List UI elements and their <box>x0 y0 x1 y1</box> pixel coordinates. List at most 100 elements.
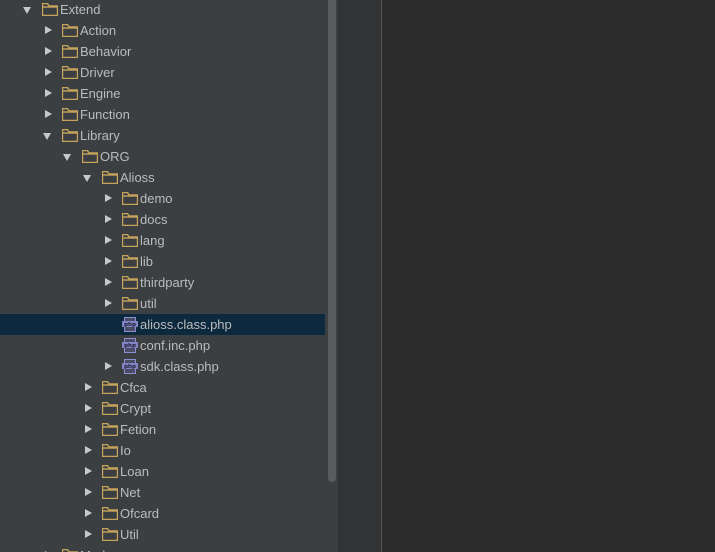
collapse-arrow-icon[interactable] <box>82 398 94 419</box>
tree-item-label: sdk.class.php <box>140 359 219 374</box>
folder-icon <box>42 3 58 16</box>
folder-icon <box>102 171 118 184</box>
collapse-arrow-icon[interactable] <box>82 461 94 482</box>
folder-icon <box>102 507 118 520</box>
tree-item-label: Io <box>120 443 131 458</box>
scrollbar-thumb[interactable] <box>328 0 336 482</box>
folder-icon <box>102 465 118 478</box>
tree-item-label: lib <box>140 254 154 269</box>
tree-folder-item[interactable]: Net <box>0 482 325 503</box>
php-file-icon: php <box>122 359 138 374</box>
tree-item-label: thirdparty <box>140 275 195 290</box>
folder-icon <box>102 444 118 457</box>
tree-item-label: Driver <box>80 65 115 80</box>
tree-folder-item[interactable]: Mode <box>0 545 325 552</box>
collapse-arrow-icon[interactable] <box>102 188 114 209</box>
ide-window: Extend Action Behavior Driver Engine Function… <box>0 0 715 552</box>
folder-icon <box>62 66 78 79</box>
tree-folder-item[interactable]: Library <box>0 125 325 146</box>
tree-item-label: Net <box>120 485 141 500</box>
collapse-arrow-icon[interactable] <box>82 503 94 524</box>
tree-folder-item[interactable]: Driver <box>0 62 325 83</box>
tree-file-item[interactable]: php sdk.class.php <box>0 356 325 377</box>
tree-folder-item[interactable]: demo <box>0 188 325 209</box>
tree-item-label: Loan <box>120 464 149 479</box>
tree-item-label: demo <box>140 191 173 206</box>
expand-arrow-icon[interactable] <box>22 0 34 20</box>
tree-item-label: Ofcard <box>120 506 160 521</box>
folder-icon <box>102 486 118 499</box>
tree-folder-item[interactable]: Extend <box>0 0 325 20</box>
expand-arrow-icon[interactable] <box>42 125 54 146</box>
folder-icon <box>62 108 78 121</box>
tree-item-label: ORG <box>100 149 130 164</box>
tree-folder-item[interactable]: Function <box>0 104 325 125</box>
tree-item-label: Engine <box>80 86 121 101</box>
folder-icon <box>62 24 78 37</box>
tree-folder-item[interactable]: thirdparty <box>0 272 325 293</box>
collapse-arrow-icon[interactable] <box>82 440 94 461</box>
tree-folder-item[interactable]: Alioss <box>0 167 325 188</box>
tree-item-label: Action <box>80 23 117 38</box>
folder-icon <box>122 213 138 226</box>
folder-icon <box>122 276 138 289</box>
tree-folder-item[interactable]: lib <box>0 251 325 272</box>
tree-folder-item[interactable]: Cfca <box>0 377 325 398</box>
tree-folder-item[interactable]: util <box>0 293 325 314</box>
tree-folder-item[interactable]: Engine <box>0 83 325 104</box>
collapse-arrow-icon[interactable] <box>102 293 114 314</box>
tree-item-label: conf.inc.php <box>140 338 211 353</box>
tree-folder-item[interactable]: Behavior <box>0 41 325 62</box>
tree-item-label: Fetion <box>120 422 157 437</box>
collapse-arrow-icon[interactable] <box>102 356 114 377</box>
tree-folder-item[interactable]: Ofcard <box>0 503 325 524</box>
collapse-arrow-icon[interactable] <box>82 482 94 503</box>
collapse-arrow-icon[interactable] <box>102 230 114 251</box>
tree-item-label: Cfca <box>120 380 147 395</box>
tree-item-label: Alioss <box>120 170 155 185</box>
collapse-arrow-icon[interactable] <box>42 20 54 41</box>
collapse-arrow-icon[interactable] <box>42 41 54 62</box>
tree-item-label: util <box>140 296 157 311</box>
collapse-arrow-icon[interactable] <box>82 419 94 440</box>
collapse-arrow-icon[interactable] <box>42 83 54 104</box>
expand-arrow-icon[interactable] <box>62 146 74 167</box>
editor-area[interactable] <box>339 0 715 552</box>
tree-item-label: Function <box>80 107 130 122</box>
collapse-arrow-icon[interactable] <box>82 377 94 398</box>
collapse-arrow-icon[interactable] <box>102 209 114 230</box>
folder-icon <box>82 150 98 163</box>
tree-folder-item[interactable]: Action <box>0 20 325 41</box>
tree-item-label: Extend <box>60 2 101 17</box>
collapse-arrow-icon[interactable] <box>42 545 54 552</box>
folder-icon <box>62 87 78 100</box>
svg-text:php: php <box>124 322 136 328</box>
tree-item-label: alioss.class.php <box>140 317 232 332</box>
tree-file-item[interactable]: php alioss.class.php <box>0 314 325 335</box>
collapse-arrow-icon[interactable] <box>102 251 114 272</box>
tree-folder-item[interactable]: lang <box>0 230 325 251</box>
folder-icon <box>102 423 118 436</box>
folder-icon <box>102 381 118 394</box>
collapse-arrow-icon[interactable] <box>42 62 54 83</box>
folder-icon <box>122 297 138 310</box>
tree-item-label: Behavior <box>80 44 132 59</box>
expand-arrow-icon[interactable] <box>82 167 94 188</box>
tree-item-label: Library <box>80 128 120 143</box>
tree-folder-item[interactable]: Fetion <box>0 419 325 440</box>
tree-folder-item[interactable]: Io <box>0 440 325 461</box>
tree-folder-item[interactable]: Crypt <box>0 398 325 419</box>
tree-folder-item[interactable]: docs <box>0 209 325 230</box>
collapse-arrow-icon[interactable] <box>42 104 54 125</box>
collapse-arrow-icon[interactable] <box>102 272 114 293</box>
collapse-arrow-icon[interactable] <box>82 524 94 545</box>
tree-item-label: Mode <box>80 545 113 552</box>
tree-item-label: docs <box>140 212 168 227</box>
tree-folder-item[interactable]: Loan <box>0 461 325 482</box>
tree-file-item[interactable]: php conf.inc.php <box>0 335 325 356</box>
project-tool-window: Extend Action Behavior Driver Engine Function… <box>0 0 338 552</box>
tree-folder-item[interactable]: ORG <box>0 146 325 167</box>
php-file-icon: php <box>122 338 138 353</box>
tree-folder-item[interactable]: Util <box>0 524 325 545</box>
svg-text:php: php <box>124 364 136 370</box>
